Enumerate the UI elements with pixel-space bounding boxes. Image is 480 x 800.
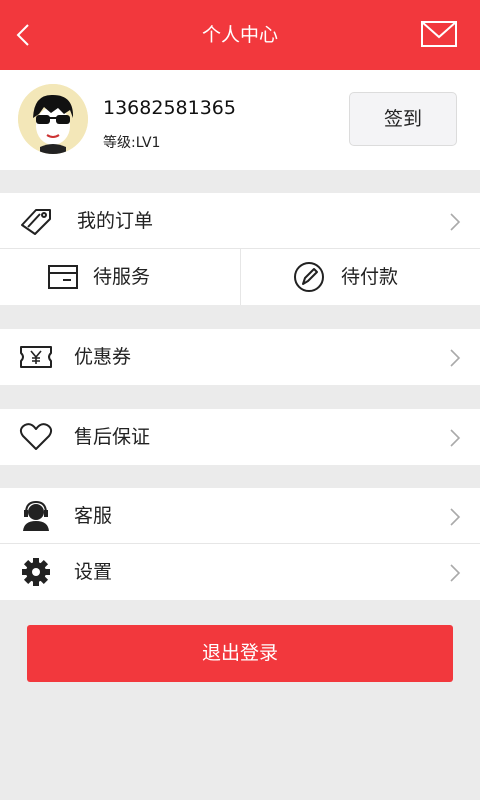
pending-payment-label: 待付款 — [341, 266, 399, 288]
coupon-label: 优惠券 — [74, 346, 132, 368]
mail-button[interactable] — [420, 20, 460, 50]
user-level: 等级:LV1 — [103, 135, 161, 151]
customer-service-label: 客服 — [74, 505, 113, 527]
chevron-right-icon — [450, 564, 461, 582]
coupon-row[interactable]: 优惠券 — [0, 329, 480, 385]
checkin-button[interactable]: 签到 — [349, 92, 457, 146]
aftersale-row[interactable]: 售后保证 — [0, 409, 480, 465]
headset-icon — [23, 500, 49, 531]
chevron-right-icon — [450, 429, 461, 447]
pen-circle-icon — [294, 262, 324, 292]
mail-icon — [421, 21, 457, 47]
profile-card: 13682581365 等级:LV1 签到 — [0, 70, 480, 170]
page-title: 个人中心 — [201, 24, 278, 46]
app-header: 个人中心 — [0, 0, 480, 70]
coupon-yen-icon — [20, 346, 52, 368]
user-phone: 13682581365 — [103, 97, 236, 119]
gear-icon — [22, 558, 50, 586]
chevron-right-icon — [450, 349, 461, 367]
my-orders-row[interactable]: 我的订单 — [0, 193, 480, 249]
my-orders-label: 我的订单 — [77, 210, 154, 232]
pending-payment-button[interactable]: 待付款 — [241, 249, 480, 305]
pending-service-label: 待服务 — [93, 266, 151, 288]
settings-label: 设置 — [74, 561, 113, 583]
pending-service-button[interactable]: 待服务 — [0, 249, 240, 305]
tag-icon — [21, 209, 51, 235]
chevron-right-icon — [450, 213, 461, 231]
box-icon — [48, 265, 78, 289]
chevron-right-icon — [450, 508, 461, 526]
settings-row[interactable]: 设置 — [0, 544, 480, 600]
logout-button[interactable]: 退出登录 — [27, 625, 453, 682]
aftersale-label: 售后保证 — [74, 426, 151, 448]
heart-icon — [19, 423, 53, 450]
avatar-cartoon-icon — [18, 84, 88, 154]
avatar[interactable] — [18, 84, 88, 154]
customer-service-row[interactable]: 客服 — [0, 488, 480, 544]
